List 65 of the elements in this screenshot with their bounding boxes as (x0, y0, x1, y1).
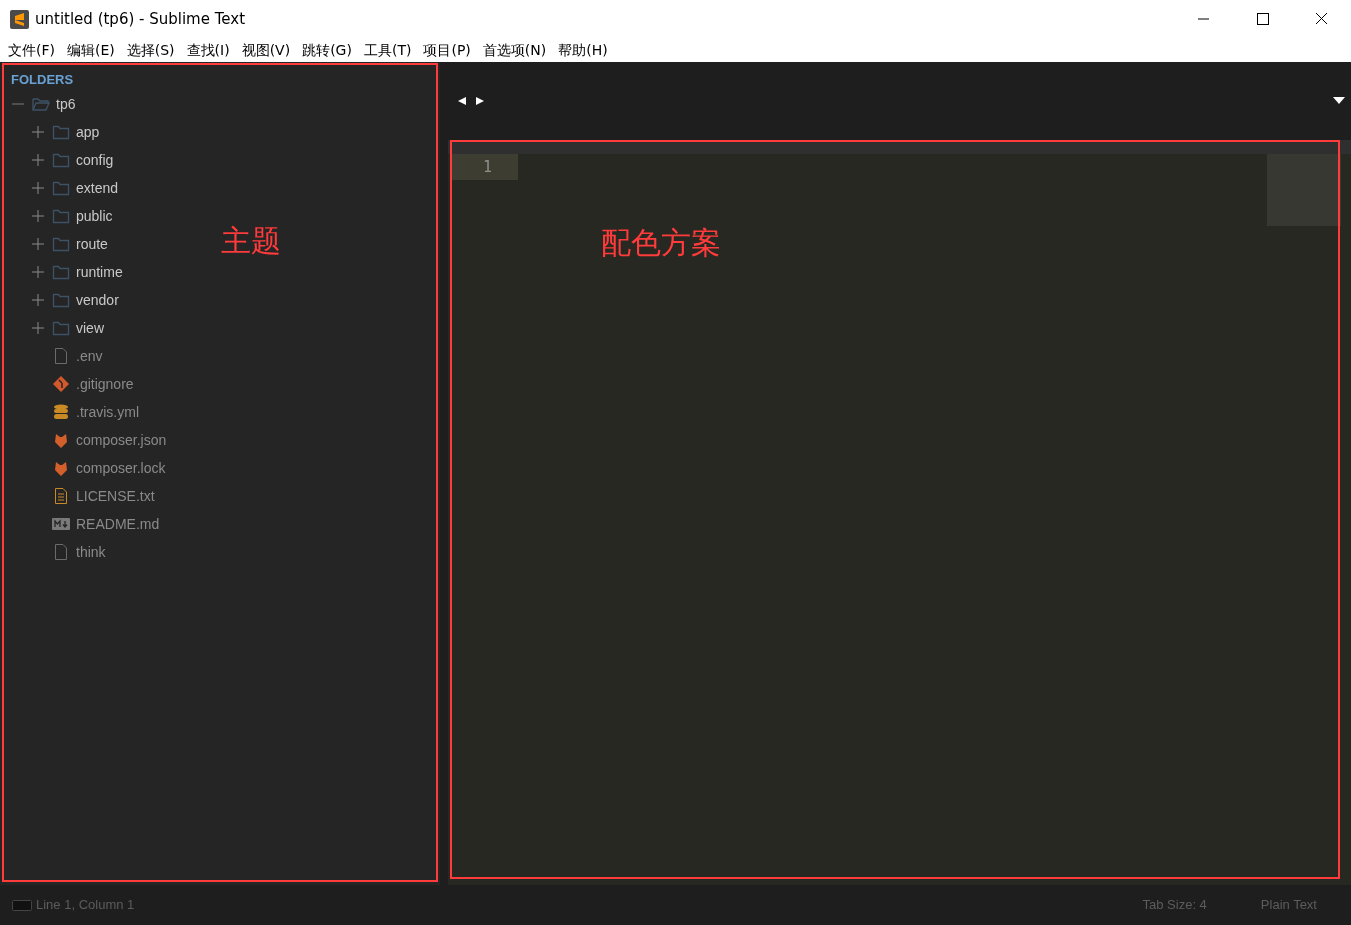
window-title: untitled (tp6) - Sublime Text (35, 8, 246, 30)
folder-item[interactable]: public (76, 205, 113, 227)
file-item[interactable]: LICENSE.txt (76, 485, 155, 507)
folder-icon (52, 180, 70, 196)
folder-icon (52, 236, 70, 252)
folder-icon (52, 264, 70, 280)
folder-icon (52, 320, 70, 336)
animal-head-icon (52, 460, 70, 476)
expand-icon[interactable] (32, 238, 44, 250)
expand-icon[interactable] (32, 154, 44, 166)
panel-icon[interactable] (12, 899, 32, 911)
file-item[interactable]: think (76, 541, 106, 563)
menu-item[interactable]: 文件(F) (2, 39, 61, 61)
menu-item[interactable]: 跳转(G) (296, 39, 358, 61)
menu-item[interactable]: 首选项(N) (476, 39, 553, 61)
maximize-icon[interactable] (1256, 13, 1269, 25)
dropdown-icon[interactable] (1333, 97, 1345, 105)
annotation-label: 配色方案 (601, 224, 721, 262)
line-number: 1 (450, 154, 518, 180)
folder-icon (52, 152, 70, 168)
menu-item[interactable]: 视图(V) (235, 39, 297, 61)
folder-item[interactable]: runtime (76, 261, 123, 283)
expand-icon[interactable] (32, 210, 44, 222)
animal-head-icon (52, 432, 70, 448)
close-icon[interactable] (1315, 13, 1328, 25)
expand-icon[interactable] (32, 266, 44, 278)
cursor-position: Line 1, Column 1 (36, 896, 135, 915)
folder-item[interactable]: config (76, 149, 114, 171)
file-item[interactable]: .gitignore (76, 373, 134, 395)
file-item[interactable]: .env (76, 345, 103, 367)
file-item[interactable]: .travis.yml (76, 401, 139, 423)
minimap-viewport[interactable] (1267, 154, 1341, 226)
text-file-icon (52, 488, 70, 504)
file-item[interactable]: composer.json (76, 429, 167, 451)
database-icon (52, 404, 70, 420)
folder-item[interactable]: extend (76, 177, 119, 199)
file-item[interactable]: README.md (76, 513, 160, 535)
menu-item[interactable]: 编辑(E) (61, 39, 121, 61)
menu-item[interactable]: 选择(S) (120, 39, 181, 61)
annotation-label: 主题 (221, 222, 281, 260)
folder-item[interactable]: view (76, 317, 104, 339)
expand-icon[interactable] (32, 182, 44, 194)
navigation-arrows-icon[interactable] (458, 96, 484, 106)
folder-icon (52, 208, 70, 224)
menu-item[interactable]: 帮助(H) (552, 39, 614, 61)
diamond-icon (52, 376, 70, 392)
menu-item[interactable]: 项目(P) (417, 39, 477, 61)
file-item[interactable]: composer.lock (76, 457, 166, 479)
expand-icon[interactable] (32, 126, 44, 138)
file-icon (52, 348, 70, 364)
folder-icon (52, 292, 70, 308)
sidebar-heading: FOLDERS (10, 71, 75, 89)
app-logo-icon (10, 9, 29, 29)
menu-item[interactable]: 工具(T) (357, 39, 418, 61)
file-icon (52, 544, 70, 560)
expand-icon[interactable] (32, 294, 44, 306)
folder-item[interactable]: app (76, 121, 100, 143)
folder-item[interactable]: route (76, 233, 108, 255)
expand-icon[interactable] (32, 322, 44, 334)
folder-item[interactable]: tp6 (56, 93, 76, 115)
folder-item[interactable]: vendor (76, 289, 119, 311)
folder-icon (52, 124, 70, 140)
markdown-icon (52, 516, 70, 532)
folder-open-icon (32, 96, 50, 112)
menu-item[interactable]: 查找(I) (180, 39, 236, 61)
